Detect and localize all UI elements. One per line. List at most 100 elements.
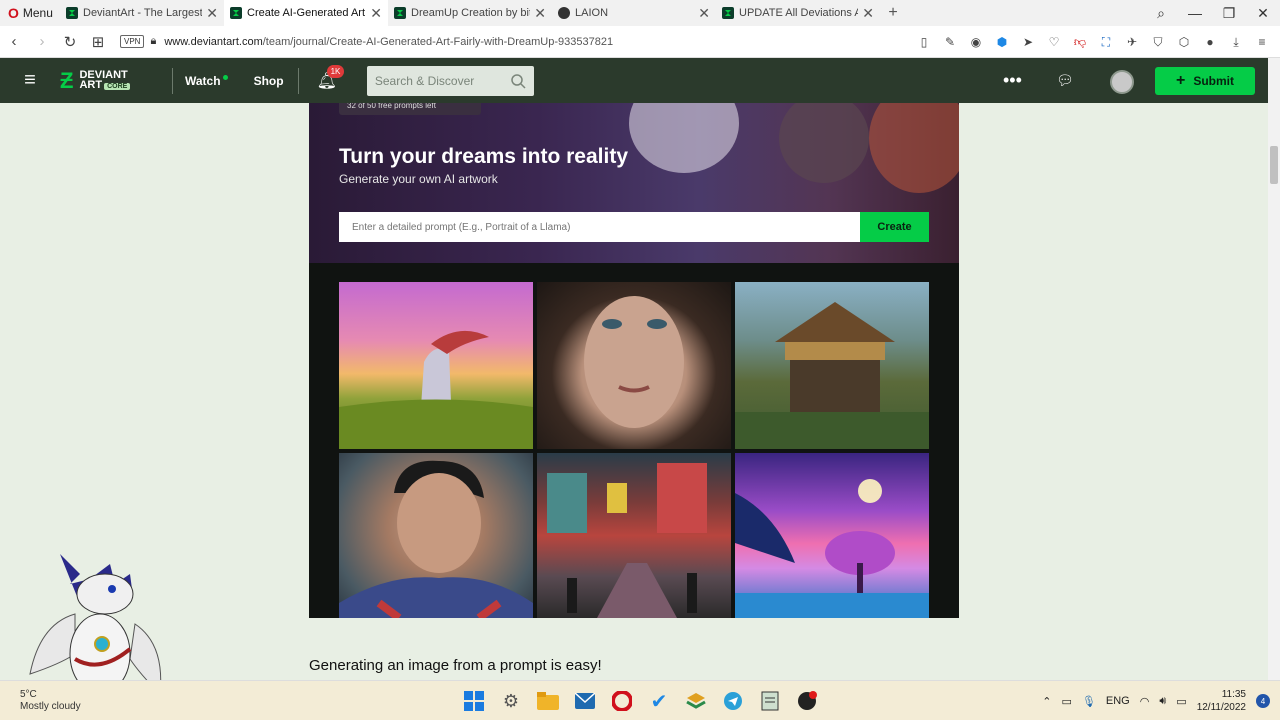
clock[interactable]: 11:35 12/11/2022 — [1197, 688, 1246, 714]
search-icon[interactable] — [510, 73, 526, 89]
tab-deviantart[interactable]: DeviantArt - The Largest O ✕ — [60, 0, 224, 26]
watch-label: Watch — [185, 73, 221, 88]
llama-art — [629, 103, 739, 173]
extension-icon[interactable]: ✈ — [1120, 35, 1144, 49]
notification-count-badge[interactable]: 4 — [1256, 694, 1270, 708]
obs-icon[interactable] — [793, 687, 821, 715]
city-street-image — [547, 463, 707, 618]
lock-icon[interactable]: 🔒︎ — [150, 35, 156, 48]
divider — [172, 67, 173, 94]
deviantart-favicon-icon — [394, 7, 406, 19]
tab-title: LAION — [575, 7, 609, 19]
tab-create-ai-art[interactable]: Create AI-Generated Art Fa ✕ — [224, 0, 388, 26]
file-explorer-icon[interactable] — [534, 687, 562, 715]
todo-icon[interactable]: ✔ — [645, 687, 673, 715]
prompt-input[interactable] — [339, 212, 861, 242]
submit-button[interactable]: + Submit — [1155, 67, 1255, 95]
gallery-image[interactable] — [735, 282, 929, 449]
forward-icon[interactable]: › — [28, 26, 56, 58]
llama-art — [869, 103, 959, 193]
gallery-image[interactable] — [537, 282, 731, 449]
send-icon[interactable]: ➤ — [1016, 35, 1040, 49]
deviantart-favicon-icon — [66, 7, 78, 19]
tab-update-deviations[interactable]: UPDATE All Deviations Are ✕ — [716, 0, 880, 26]
tab-title: DreamUp Creation by bits — [411, 7, 531, 19]
close-icon[interactable]: ✕ — [862, 5, 874, 22]
extension-icon[interactable]: ⛶ — [1094, 35, 1118, 50]
search-tabs-icon[interactable]: ⌕ — [1144, 5, 1178, 22]
tab-dreamup-creation[interactable]: DreamUp Creation by bits ✕ — [388, 0, 552, 26]
settings-gear-icon[interactable]: ⚙ — [497, 687, 525, 715]
watch-link[interactable]: Watch — [185, 74, 228, 88]
notifications-bell-icon[interactable]: 🔔︎ 1K — [317, 64, 345, 91]
reader-icon[interactable]: ▯ — [912, 35, 936, 49]
chat-icon[interactable]: 💬︎ — [1056, 58, 1074, 103]
layers-app-icon[interactable] — [682, 687, 710, 715]
weather-condition: Mostly cloudy — [20, 701, 81, 712]
page-scrollbar[interactable] — [1268, 58, 1280, 680]
settings-icon[interactable]: ≡ — [1250, 35, 1274, 49]
weather-widget[interactable]: 5°C Mostly cloudy — [20, 689, 81, 713]
extension-icon[interactable]: ⛉ — [1146, 35, 1170, 50]
display-icon[interactable]: ▭ — [1062, 695, 1072, 708]
extension-icon[interactable]: 👎︎ — [1068, 35, 1092, 50]
prompts-left-badge: 32 of 50 free prompts left — [339, 103, 481, 115]
restore-icon[interactable]: ❐ — [1212, 5, 1246, 22]
mail-icon[interactable] — [571, 687, 599, 715]
windows-start-icon[interactable] — [460, 687, 488, 715]
scrollbar-thumb[interactable] — [1270, 146, 1278, 184]
avatar[interactable] — [1110, 70, 1134, 94]
vpn-badge[interactable]: VPN — [120, 35, 145, 48]
carousel-image — [735, 302, 929, 449]
wifi-icon[interactable]: ◠ — [1140, 695, 1150, 708]
purple-tree-image — [735, 479, 929, 618]
tab-grid-icon[interactable]: ⊞ — [84, 26, 112, 58]
download-icon[interactable]: ⤓ — [1224, 35, 1248, 50]
microphone-icon[interactable]: 🎙︎ — [1082, 695, 1096, 708]
close-window-icon[interactable]: ✕ — [1246, 5, 1280, 22]
shop-link[interactable]: Shop — [254, 74, 284, 88]
back-icon[interactable]: ‹ — [0, 26, 28, 58]
telegram-icon[interactable] — [719, 687, 747, 715]
tab-title: UPDATE All Deviations Are — [739, 7, 859, 19]
hamburger-menu-icon[interactable]: ≡ — [0, 58, 60, 103]
clock-time: 11:35 — [1221, 689, 1246, 700]
language-indicator[interactable]: ENG — [1106, 695, 1130, 707]
opera-menu-button[interactable]: O Menu — [0, 5, 60, 21]
camera-icon[interactable]: ◉ — [964, 35, 988, 49]
minimize-icon[interactable]: — — [1178, 5, 1212, 21]
close-icon[interactable]: ✕ — [698, 5, 710, 22]
cube-icon[interactable]: ⬡ — [1172, 35, 1196, 49]
heart-icon[interactable]: ♡ — [1042, 35, 1066, 49]
close-icon[interactable]: ✕ — [534, 5, 546, 22]
shield-icon[interactable]: ⬢ — [990, 35, 1014, 49]
new-tab-button[interactable]: + — [880, 0, 906, 26]
submit-label: Submit — [1193, 74, 1234, 88]
search-input[interactable]: Search & Discover — [366, 65, 534, 96]
deviantart-logo[interactable]: Ƶ DEVIANT ART CORE — [60, 68, 160, 94]
profile-icon[interactable]: ● — [1198, 35, 1222, 49]
close-icon[interactable]: ✕ — [370, 5, 382, 22]
tab-title: Create AI-Generated Art Fa — [247, 7, 366, 19]
url-field[interactable]: www.deviantart.com/team/journal/Create-A… — [164, 36, 613, 48]
close-icon[interactable]: ✕ — [206, 5, 218, 22]
site-header: ≡ Ƶ DEVIANT ART CORE Watch Shop 🔔︎ 1K Sear… — [0, 58, 1268, 103]
notepad-icon[interactable] — [756, 687, 784, 715]
opera-browser-icon[interactable] — [608, 687, 636, 715]
gallery-image[interactable] — [537, 453, 731, 618]
gallery-image[interactable] — [339, 453, 533, 618]
gallery-image[interactable] — [339, 282, 533, 449]
create-button[interactable]: Create — [860, 212, 929, 242]
battery-icon[interactable]: ▭ — [1176, 695, 1186, 708]
reload-icon[interactable]: ↻ — [56, 26, 84, 58]
browser-tab-bar: O Menu DeviantArt - The Largest O ✕ Crea… — [0, 0, 1280, 26]
deviantart-favicon-icon — [230, 7, 242, 19]
volume-icon[interactable]: 🔊︎ — [1159, 695, 1166, 708]
edit-icon[interactable]: ✎ — [938, 35, 962, 49]
core-badge: CORE — [104, 82, 131, 90]
chevron-up-icon[interactable]: ⌃ — [1042, 695, 1051, 708]
menu-label: Menu — [22, 6, 53, 20]
more-options-icon[interactable]: ••• — [1003, 58, 1022, 103]
tab-laion[interactable]: LAION ✕ — [552, 0, 716, 26]
gallery-image[interactable] — [735, 453, 929, 618]
